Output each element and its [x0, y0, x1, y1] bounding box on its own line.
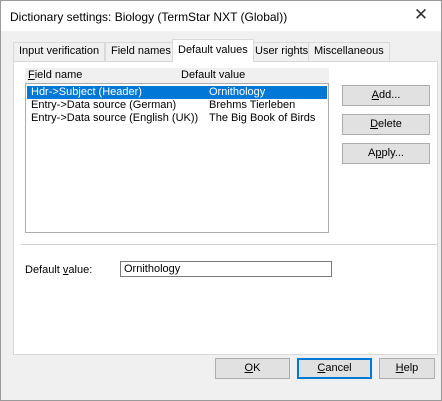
list-item[interactable]: Hdr->Subject (Header) Ornithology	[27, 86, 327, 99]
list-header: Field name Default value	[25, 68, 329, 83]
cancel-button[interactable]: Cancel	[297, 358, 372, 379]
tab-user-rights[interactable]: User rights	[249, 42, 315, 61]
list-item-field: Entry->Data source (English (UK))	[31, 112, 199, 124]
column-header-default-value[interactable]: Default value	[181, 69, 245, 81]
tab-miscellaneous[interactable]: Miscellaneous	[308, 42, 390, 61]
list-item[interactable]: Entry->Data source (English (UK)) The Bi…	[27, 112, 327, 125]
default-values-list[interactable]: Hdr->Subject (Header) Ornithology Entry-…	[25, 83, 329, 233]
default-value-input[interactable]	[120, 261, 332, 277]
column-header-field-name[interactable]: Field name	[28, 69, 82, 81]
help-button[interactable]: Help	[379, 358, 435, 379]
tab-field-names[interactable]: Field names	[105, 42, 177, 61]
default-values-panel: Field name Default value Hdr->Subject (H…	[13, 61, 438, 355]
separator	[21, 244, 437, 245]
tab-input-verification[interactable]: Input verification	[13, 42, 106, 61]
dictionary-settings-dialog: Dictionary settings: Biology (TermStar N…	[0, 0, 442, 401]
add-button[interactable]: Add...	[342, 85, 430, 106]
tab-default-values[interactable]: Default values	[172, 39, 254, 62]
delete-button[interactable]: Delete	[342, 114, 430, 135]
apply-button[interactable]: Apply...	[342, 143, 430, 164]
ok-button[interactable]: OK	[215, 358, 290, 379]
window-title: Dictionary settings: Biology (TermStar N…	[10, 10, 288, 24]
title-bar: Dictionary settings: Biology (TermStar N…	[1, 1, 441, 31]
list-item-field: Hdr->Subject (Header)	[31, 86, 142, 98]
list-item-value: Brehms Tierleben	[209, 99, 296, 111]
default-value-label: Default value:	[25, 264, 93, 276]
list-item-value: Ornithology	[209, 86, 266, 98]
list-item-value: The Big Book of Birds	[209, 112, 316, 124]
list-item[interactable]: Entry->Data source (German) Brehms Tierl…	[27, 99, 327, 112]
list-item-field: Entry->Data source (German)	[31, 99, 177, 111]
close-icon[interactable]: ✕	[401, 1, 441, 31]
